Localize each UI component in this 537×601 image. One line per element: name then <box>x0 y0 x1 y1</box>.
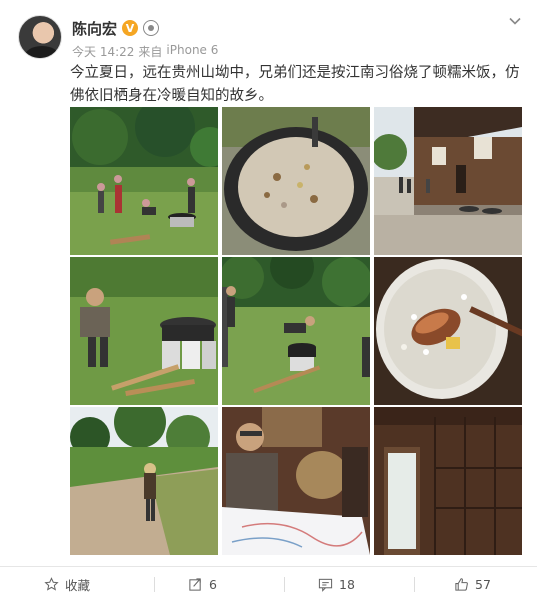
repost-count: 6 <box>209 577 217 592</box>
post-time[interactable]: 今天 14:22 <box>72 43 134 60</box>
image-grid <box>70 107 522 556</box>
toolbar-divider <box>284 577 285 592</box>
photo-cooking-outdoors[interactable] <box>70 107 218 255</box>
photo-wooden-house-interior[interactable] <box>374 407 522 555</box>
source-prefix: 来自 <box>138 45 163 59</box>
user-avatar-icon[interactable] <box>18 15 62 59</box>
photo-hiker-on-path[interactable] <box>70 407 218 555</box>
star-icon <box>44 577 59 591</box>
thumbs-up-icon <box>455 578 468 591</box>
post-source: iPhone 6 <box>166 43 219 57</box>
comment-button[interactable]: 18 <box>318 567 355 601</box>
repost-button[interactable]: 6 <box>188 567 217 601</box>
photo-village-houses[interactable] <box>374 107 522 255</box>
author-name[interactable]: 陈向宏 <box>72 18 117 39</box>
photo-rice-in-wok[interactable] <box>222 107 370 255</box>
toolbar-divider <box>154 577 155 592</box>
toolbar-divider <box>414 577 415 592</box>
comment-count: 18 <box>339 577 355 592</box>
photo-man-by-pot[interactable] <box>70 257 218 405</box>
comment-icon <box>318 578 333 592</box>
chevron-down-icon[interactable] <box>508 14 522 28</box>
post-text: 今立夏日，远在贵州山坳中，兄弟们还是按江南习俗烧了顿糯米饭，仿佛依旧栖身在冷暖自… <box>70 65 520 104</box>
weibo-post-card: 陈向宏 V 今天 14:22 来自 iPhone 6 今立夏日，远在贵州山坳中，… <box>0 0 537 601</box>
verified-badge-icon: V <box>122 20 139 36</box>
action-toolbar: 收藏 6 18 57 <box>0 566 537 601</box>
repost-icon <box>189 578 201 591</box>
photo-rice-bowl-closeup[interactable] <box>374 257 522 405</box>
photo-men-cooking-field[interactable] <box>222 257 370 405</box>
member-icon <box>143 20 160 36</box>
author-row: 陈向宏 V <box>72 18 160 39</box>
like-button[interactable]: 57 <box>454 567 491 601</box>
favorite-label: 收藏 <box>65 578 91 593</box>
photo-man-with-map[interactable] <box>222 407 370 555</box>
favorite-button[interactable]: 收藏 <box>44 567 90 601</box>
post-meta: 今天 14:22 来自 iPhone 6 <box>72 43 218 60</box>
like-count: 57 <box>475 577 491 592</box>
